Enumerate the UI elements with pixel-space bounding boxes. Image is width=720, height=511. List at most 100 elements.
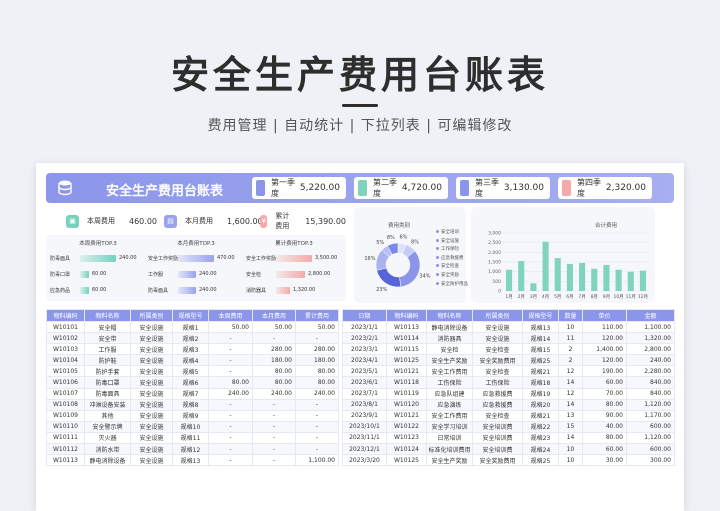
table-cell[interactable]: 1,120.00 bbox=[626, 431, 675, 445]
table-cell[interactable]: 2023/7/1 bbox=[342, 387, 387, 400]
table-cell[interactable]: 规格13 bbox=[172, 454, 209, 467]
table-cell[interactable]: 安全设施 bbox=[130, 332, 173, 345]
table-cell[interactable]: W10109 bbox=[46, 409, 85, 422]
table-cell[interactable]: 2023/3/1 bbox=[342, 343, 387, 356]
table-cell[interactable]: 2023/10/1 bbox=[342, 420, 387, 433]
table-cell[interactable]: 2023/3/20 bbox=[342, 454, 387, 467]
table-cell[interactable]: - bbox=[208, 343, 253, 356]
table-cell[interactable]: 80.00 bbox=[208, 376, 253, 389]
table-cell[interactable]: 60.00 bbox=[582, 376, 627, 389]
table-cell[interactable]: W10113 bbox=[386, 320, 427, 334]
table-cell[interactable]: 840.00 bbox=[626, 376, 675, 389]
column-header[interactable]: 所属类别 bbox=[472, 309, 523, 322]
table-cell[interactable]: 规格4 bbox=[172, 354, 209, 367]
table-cell[interactable]: 安全工作费用 bbox=[426, 409, 473, 422]
table-cell[interactable]: 80.00 bbox=[582, 431, 627, 445]
table-cell[interactable]: 1,170.00 bbox=[626, 409, 675, 422]
table-cell[interactable]: 规格10 bbox=[172, 420, 209, 433]
table-cell[interactable]: 600.00 bbox=[626, 420, 675, 433]
table-cell[interactable]: 规格24 bbox=[522, 443, 559, 456]
table-cell[interactable]: W10112 bbox=[46, 443, 85, 456]
table-cell[interactable]: 240.00 bbox=[295, 387, 339, 400]
table-cell[interactable]: 规格18 bbox=[522, 376, 559, 389]
table-cell[interactable]: 安全设施 bbox=[472, 332, 523, 345]
table-cell[interactable]: 规格8 bbox=[172, 398, 209, 411]
table-cell[interactable]: 安全设施 bbox=[130, 454, 173, 467]
table-cell[interactable]: 灭火器 bbox=[84, 431, 131, 445]
table-cell[interactable]: 14 bbox=[558, 398, 583, 411]
column-header[interactable]: 单价 bbox=[582, 309, 627, 322]
table-cell[interactable]: 120.00 bbox=[582, 332, 627, 345]
table-cell[interactable]: - bbox=[208, 431, 253, 445]
table-cell[interactable]: 规格20 bbox=[522, 398, 559, 411]
table-cell[interactable]: W10122 bbox=[386, 420, 427, 433]
table-cell[interactable]: 安全生产奖励 bbox=[426, 354, 473, 367]
table-cell[interactable]: 50.00 bbox=[208, 320, 253, 334]
table-cell[interactable]: 防毒口罩 bbox=[84, 376, 131, 389]
table-cell[interactable]: 840.00 bbox=[626, 387, 675, 400]
table-cell[interactable]: - bbox=[208, 365, 253, 378]
table-cell[interactable]: 安全设施 bbox=[130, 398, 173, 411]
table-cell[interactable]: 2023/1/1 bbox=[342, 320, 387, 334]
table-cell[interactable]: 其他 bbox=[84, 409, 131, 422]
table-cell[interactable]: - bbox=[208, 398, 253, 411]
table-cell[interactable]: 180.00 bbox=[295, 354, 339, 367]
table-cell[interactable]: 安全检查 bbox=[472, 409, 523, 422]
table-cell[interactable]: 240.00 bbox=[208, 387, 253, 400]
table-cell[interactable]: 安全检 bbox=[426, 343, 473, 356]
table-cell[interactable]: 2023/5/1 bbox=[342, 365, 387, 378]
column-header[interactable]: 日期 bbox=[342, 309, 387, 322]
table-cell[interactable]: 消防水带 bbox=[84, 443, 131, 456]
table-cell[interactable]: 30.00 bbox=[582, 454, 627, 467]
table-cell[interactable]: 工伤保险 bbox=[426, 376, 473, 389]
table-cell[interactable]: 规格25 bbox=[522, 454, 559, 467]
table-cell[interactable]: - bbox=[208, 332, 253, 345]
table-cell[interactable]: 冲淋设备安装 bbox=[84, 398, 131, 411]
table-cell[interactable]: W10104 bbox=[46, 354, 85, 367]
table-cell[interactable]: W10110 bbox=[46, 420, 85, 433]
table-cell[interactable]: 安全设施 bbox=[130, 343, 173, 356]
table-cell[interactable]: 规格23 bbox=[522, 431, 559, 445]
table-cell[interactable]: W10106 bbox=[46, 376, 85, 389]
table-cell[interactable]: 190.00 bbox=[582, 365, 627, 378]
table-cell[interactable]: 防护鞋 bbox=[84, 354, 131, 367]
table-cell[interactable]: 2023/12/1 bbox=[342, 443, 387, 456]
table-cell[interactable]: 80.00 bbox=[252, 365, 296, 378]
table-cell[interactable]: 10 bbox=[558, 454, 583, 467]
table-cell[interactable]: 15 bbox=[558, 420, 583, 433]
column-header[interactable]: 所属类别 bbox=[130, 309, 173, 322]
column-header[interactable]: 规格型号 bbox=[522, 309, 559, 322]
column-header[interactable]: 物料编码 bbox=[386, 309, 427, 322]
table-cell[interactable]: W10113 bbox=[46, 454, 85, 467]
table-cell[interactable]: 70.00 bbox=[582, 387, 627, 400]
table-cell[interactable]: 60.00 bbox=[582, 443, 627, 456]
table-cell[interactable]: - bbox=[252, 332, 296, 345]
table-cell[interactable]: 2023/8/1 bbox=[342, 398, 387, 411]
table-cell[interactable]: 1,320.00 bbox=[626, 332, 675, 345]
table-cell[interactable]: W10125 bbox=[386, 354, 427, 367]
table-cell[interactable]: 240.00 bbox=[252, 387, 296, 400]
table-cell[interactable]: 2,280.00 bbox=[626, 365, 675, 378]
table-cell[interactable]: W10108 bbox=[46, 398, 85, 411]
table-cell[interactable]: 2023/9/1 bbox=[342, 409, 387, 422]
table-cell[interactable]: W10115 bbox=[386, 343, 427, 356]
table-cell[interactable]: - bbox=[208, 443, 253, 456]
table-cell[interactable]: 2023/2/1 bbox=[342, 332, 387, 345]
column-header[interactable]: 物料名称 bbox=[426, 309, 473, 322]
table-cell[interactable]: - bbox=[295, 398, 339, 411]
table-cell[interactable]: 安全设施 bbox=[130, 409, 173, 422]
table-cell[interactable]: 50.00 bbox=[295, 320, 339, 334]
column-header[interactable]: 物料名称 bbox=[84, 309, 131, 322]
table-cell[interactable]: 规格9 bbox=[172, 409, 209, 422]
table-cell[interactable]: W10105 bbox=[46, 365, 85, 378]
table-cell[interactable]: 规格15 bbox=[522, 343, 559, 356]
column-header[interactable]: 本周费用 bbox=[208, 309, 253, 322]
table-cell[interactable]: 工伤保险 bbox=[472, 376, 523, 389]
column-header[interactable]: 物料编码 bbox=[46, 309, 85, 322]
table-cell[interactable]: 日常培训 bbox=[426, 431, 473, 445]
table-cell[interactable]: - bbox=[252, 443, 296, 456]
table-cell[interactable]: 规格11 bbox=[172, 431, 209, 445]
table-cell[interactable]: 安全检查 bbox=[472, 365, 523, 378]
table-cell[interactable]: 安全培训费 bbox=[472, 420, 523, 433]
table-cell[interactable]: - bbox=[208, 409, 253, 422]
